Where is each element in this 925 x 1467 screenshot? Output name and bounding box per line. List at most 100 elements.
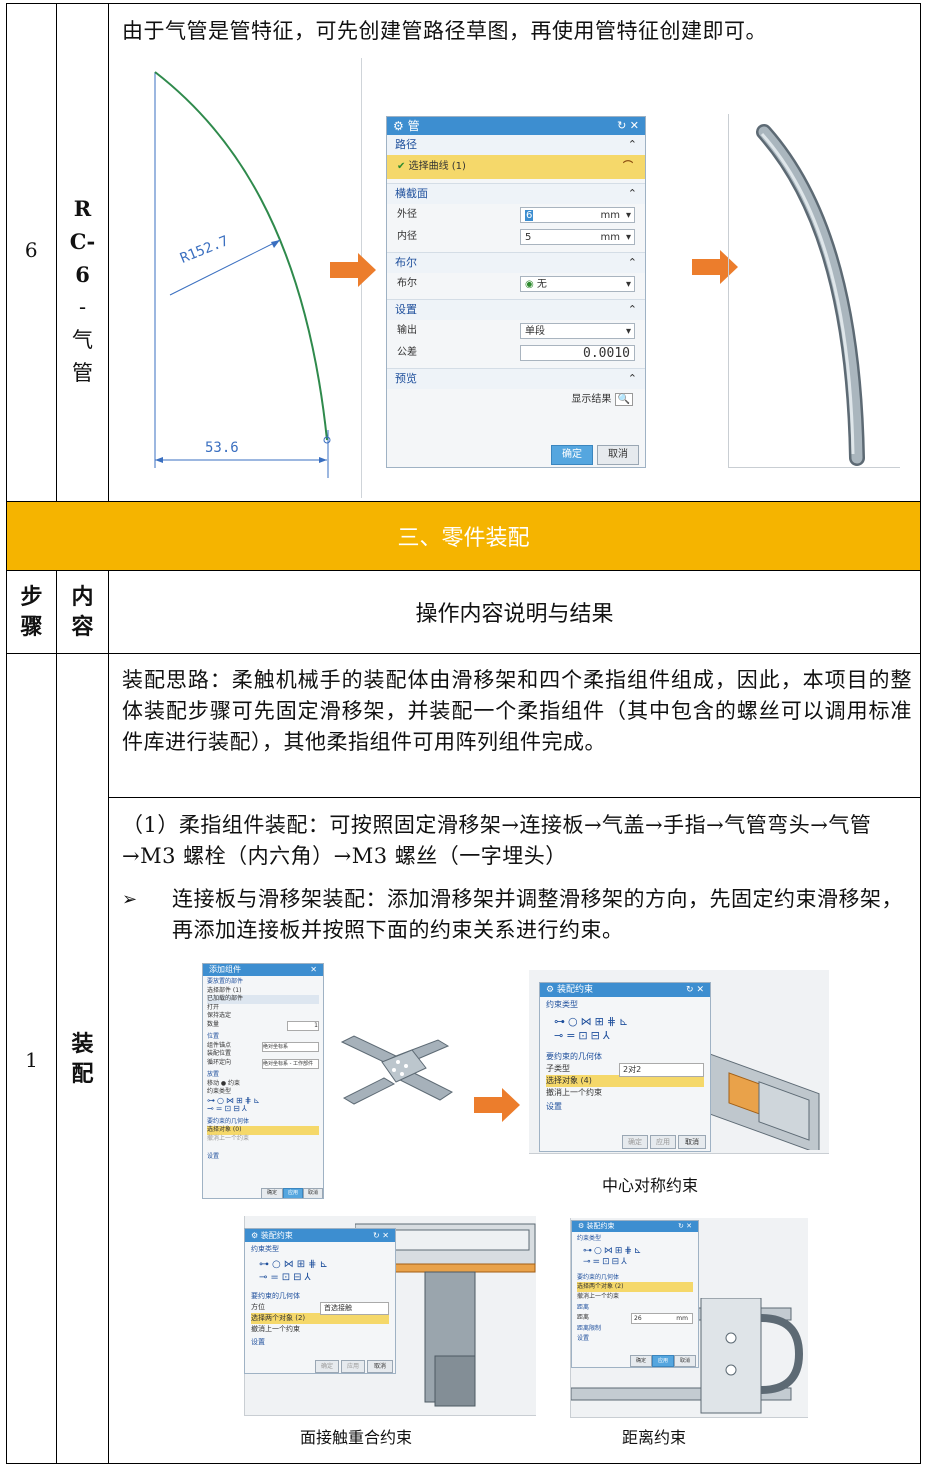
- select-curve-row[interactable]: ✔ 选择曲线 (1) ⌒: [387, 155, 645, 179]
- header-content: 内容: [57, 571, 108, 653]
- section-cross-section[interactable]: 横截面 ⌃: [387, 183, 645, 204]
- undo-last-constraint[interactable]: 撤消上一个约束: [577, 1292, 693, 1302]
- outer-diameter-input[interactable]: 6 mm ▾: [520, 207, 635, 223]
- ok-button[interactable]: 确定: [261, 1188, 283, 1198]
- boolean-select[interactable]: ◉ 无 ▾: [520, 276, 635, 292]
- undo-last-constraint[interactable]: 撤消上一个约束: [546, 1087, 704, 1099]
- orientation-value[interactable]: 首选接触: [320, 1302, 389, 1315]
- constraint-icons[interactable]: ⊶○⋈⊞⋕⊾ ⊸=⊡⊟⅄: [577, 1244, 693, 1270]
- dialog-title-bar: ⚙ 装配约束 ↻ ✕: [245, 1229, 395, 1242]
- slide-frame-model: [708, 1052, 820, 1150]
- count-value[interactable]: 1: [287, 1020, 319, 1031]
- outer-value: 6: [525, 210, 534, 221]
- dropdown-icon[interactable]: ▾: [626, 324, 631, 340]
- pipe-result-view: [728, 114, 900, 468]
- undo-last-constraint[interactable]: 撤消上一个约束: [251, 1324, 389, 1335]
- section-label: 要约束的几何体: [251, 1292, 300, 1300]
- section-path[interactable]: 路径 ⌃: [387, 135, 645, 155]
- row-label[interactable]: 撤消上一个约束: [207, 1135, 319, 1144]
- row-label: 子类型: [546, 1064, 570, 1073]
- constraint-icons[interactable]: ⊶○⋈⊞⋕⊾ ⊸=⊡⊟⅄: [546, 1011, 704, 1047]
- inner-diameter-input[interactable]: 5 mm ▾: [520, 229, 635, 245]
- row-label: 装配位置: [207, 1050, 232, 1057]
- dropdown-icon[interactable]: ▾: [626, 208, 631, 224]
- select-curve-label: 选择曲线 (1): [408, 161, 466, 172]
- dialog-title-bar: 添加组件 ✕: [203, 964, 323, 976]
- subtype-value[interactable]: 2对2: [619, 1063, 704, 1077]
- row-label: 组件锚点: [207, 1041, 232, 1049]
- dialog-title: 装配约束: [260, 1231, 293, 1240]
- bullet-arrow-icon: ➢: [122, 889, 138, 910]
- border-colhead-bottom: [6, 653, 921, 654]
- ok-button[interactable]: 确定: [630, 1355, 652, 1367]
- dialog-title-bar: ⚙ 装配约束 ↻ ✕: [540, 983, 710, 997]
- chevron-up-icon: ⌃: [627, 372, 637, 385]
- reset-close-icon[interactable]: ↻ ✕: [686, 983, 704, 997]
- face-constraint-dialog: ⚙ 装配约束 ↻ ✕ 约束类型 ⊶○⋈⊞⋕⊾ ⊸=⊡⊟⅄ 要约束的几何体 方位 首选…: [244, 1228, 396, 1374]
- constraint-icons[interactable]: ⊶○⋈⊞⋕⊾ ⊸=⊡⊟⅄: [207, 1096, 319, 1114]
- curve-select-icon[interactable]: ⌒: [623, 155, 633, 179]
- section-preview[interactable]: 预览 ⌃: [387, 368, 645, 389]
- sketch-view: R152.7 53.6: [120, 60, 360, 480]
- row-label: 已加载的部件: [207, 995, 319, 1004]
- assembly-idea: 装配思路：柔触机械手的装配体由滑移架和四个柔指组件组成，因此，本项目的整体装配步…: [122, 668, 912, 754]
- cancel-button[interactable]: 取消: [678, 1135, 706, 1149]
- inner-diameter-row: 内径 5 mm ▾: [387, 226, 645, 248]
- cancel-button[interactable]: 取消: [597, 445, 639, 465]
- output-label: 输出: [397, 325, 417, 336]
- apply-button[interactable]: 应用: [341, 1360, 365, 1373]
- header-result: 操作内容说明与结果: [415, 602, 614, 627]
- tolerance-label: 公差: [397, 347, 417, 358]
- sketch-drawing: [154, 71, 331, 478]
- caption-distance-constraint: 距离约束: [621, 1428, 686, 1447]
- apply-button[interactable]: 应用: [652, 1355, 674, 1367]
- dropdown-icon[interactable]: ▾: [626, 230, 631, 246]
- inner-value: 5: [525, 232, 532, 243]
- close-icon[interactable]: ✕: [310, 964, 317, 976]
- ok-button[interactable]: 确定: [622, 1135, 648, 1149]
- tolerance-input[interactable]: 0.0010: [520, 345, 635, 361]
- section-label: 距离限制: [577, 1325, 602, 1332]
- center-constraint-dialog: ⚙ 装配约束 ↻ ✕ 约束类型 ⊶○⋈⊞⋕⊾ ⊸=⊡⊟⅄ 要约束的几何体 子类型 2…: [539, 982, 711, 1152]
- distance-row: 距离 26 mm: [577, 1312, 693, 1324]
- cancel-button[interactable]: 取消: [303, 1188, 323, 1198]
- row-label[interactable]: 选择对象 (0): [207, 1126, 319, 1135]
- position-value[interactable]: 绝对坐标系 - 工作部件: [262, 1058, 319, 1069]
- apply-button[interactable]: 应用: [283, 1188, 303, 1198]
- section-boolean[interactable]: 布尔 ⌃: [387, 252, 645, 273]
- magnifier-icon[interactable]: 🔍: [614, 393, 633, 406]
- reset-close-icon[interactable]: ↻ ✕: [678, 1221, 692, 1232]
- constraint-icons[interactable]: ⊶○⋈⊞⋕⊾ ⊸=⊡⊟⅄: [251, 1255, 389, 1287]
- row-label: 方位: [251, 1303, 265, 1311]
- reset-close-icon[interactable]: ↻ ✕: [617, 117, 639, 135]
- section-settings[interactable]: 设置 ⌃: [387, 299, 645, 320]
- chevron-up-icon: ⌃: [627, 138, 637, 151]
- anchor-value[interactable]: 绝对坐标系: [262, 1041, 319, 1052]
- select-objects-row[interactable]: 选择两个对象 (2): [577, 1282, 693, 1292]
- section-label: 距离: [577, 1304, 590, 1311]
- section-label: 路径: [395, 138, 417, 151]
- ok-button[interactable]: 确定: [551, 445, 593, 465]
- distance-input[interactable]: 26 mm: [631, 1312, 693, 1324]
- subtype-row: 子类型 2对2: [546, 1063, 704, 1077]
- output-row: 输出 单段 ▾: [387, 320, 645, 342]
- apply-button[interactable]: 应用: [650, 1135, 676, 1149]
- preview-row: 显示结果 🔍: [387, 389, 645, 411]
- row6-content-label: R C- 6 - 气 管: [57, 192, 108, 390]
- tolerance-row: 公差 0.0010: [387, 342, 645, 364]
- reset-close-icon[interactable]: ↻ ✕: [373, 1229, 389, 1242]
- section-header-text: 三、零件装配: [397, 526, 530, 551]
- cancel-button[interactable]: 取消: [674, 1355, 696, 1367]
- cancel-button[interactable]: 取消: [367, 1360, 393, 1373]
- section-label: 要放置的部件: [207, 978, 244, 985]
- section-label: 要约束的几何体: [207, 1117, 250, 1125]
- outer-diameter-row: 外径 6 mm ▾: [387, 204, 645, 226]
- section-label: 约束类型: [546, 1000, 578, 1009]
- boolean-label: 布尔: [397, 278, 417, 289]
- output-select[interactable]: 单段 ▾: [520, 323, 635, 339]
- tolerance-value: 0.0010: [583, 346, 630, 361]
- ok-button[interactable]: 确定: [315, 1360, 339, 1373]
- count-row: 数量 1: [207, 1020, 319, 1031]
- dropdown-icon[interactable]: ▾: [626, 277, 631, 293]
- border-left: [6, 3, 7, 1464]
